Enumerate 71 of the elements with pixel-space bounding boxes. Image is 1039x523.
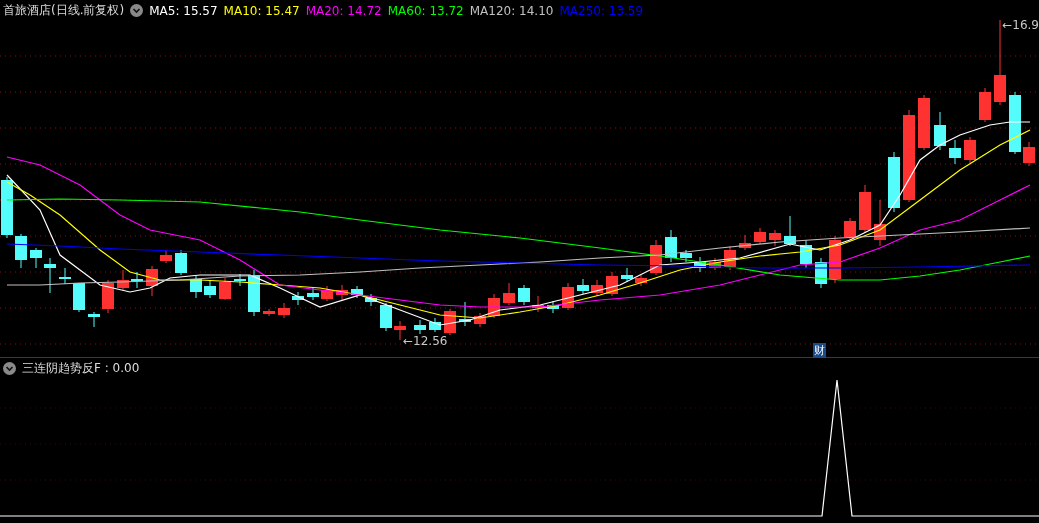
indicator-title: 三连阴趋势反F : 0.00 xyxy=(22,360,140,377)
candlestick xyxy=(680,249,692,263)
candlestick xyxy=(336,284,348,301)
candlestick xyxy=(547,300,559,314)
candlestick xyxy=(351,285,363,299)
candlestick xyxy=(15,233,27,269)
candlestick xyxy=(949,139,961,165)
moving-average-value: MA250: 13.59 xyxy=(559,3,644,18)
candlestick xyxy=(665,229,677,263)
moving-average-value: MA20: 14.72 xyxy=(305,3,382,18)
high-price-label: ←16.9 xyxy=(1002,18,1039,32)
candlestick xyxy=(769,229,781,247)
candlestick xyxy=(503,282,515,306)
candlestick xyxy=(459,301,471,327)
candlestick xyxy=(88,311,100,328)
candlestick xyxy=(591,279,603,297)
candlestick xyxy=(1009,91,1021,155)
candlestick xyxy=(754,227,766,245)
candlestick xyxy=(815,257,827,289)
candlestick xyxy=(44,257,56,294)
candlestick xyxy=(577,278,589,295)
candlestick xyxy=(694,256,706,273)
moving-average-value: MA120: 14.10 xyxy=(469,3,554,18)
candlestick xyxy=(739,234,751,251)
candlestick xyxy=(131,271,143,289)
moving-average-value: MA10: 15.47 xyxy=(223,3,300,18)
candlestick xyxy=(414,319,426,335)
candlestick xyxy=(724,245,736,271)
candlestick xyxy=(321,285,333,302)
candlestick xyxy=(844,217,856,241)
candlestick xyxy=(190,275,202,299)
candlestick xyxy=(964,136,976,164)
candlestick xyxy=(874,199,886,247)
moving-average-value: MA5: 15.57 xyxy=(149,3,218,18)
candlestick xyxy=(175,249,187,276)
candlestick xyxy=(380,302,392,332)
candlestick xyxy=(30,247,42,269)
event-marker[interactable]: 财 xyxy=(813,343,826,358)
moving-average-value: MA60: 13.72 xyxy=(387,3,464,18)
candlestick xyxy=(146,265,158,297)
candlestick xyxy=(621,267,633,283)
candlestick xyxy=(888,151,900,213)
candlestick xyxy=(474,312,486,328)
candlestick xyxy=(429,317,441,333)
candlestick xyxy=(102,279,114,314)
candlestick xyxy=(365,293,377,307)
candlestick xyxy=(160,249,172,264)
candlestick xyxy=(784,215,796,247)
candlestick xyxy=(800,239,812,269)
candlestick xyxy=(979,87,991,123)
candlestick xyxy=(934,111,946,151)
candlestick xyxy=(204,279,216,299)
stock-title: 首旅酒店(日线.前复权) xyxy=(3,2,125,19)
candlestick xyxy=(292,291,304,306)
low-price-label: ←12.56 xyxy=(403,334,448,348)
candlestick xyxy=(1,176,13,239)
candlestick xyxy=(635,274,647,287)
candlestick xyxy=(918,94,930,151)
candlestick xyxy=(117,269,129,291)
candlestick xyxy=(219,277,231,301)
candlestick xyxy=(307,287,319,301)
candlestick xyxy=(859,184,871,234)
candlestick xyxy=(263,308,275,317)
dropdown-icon[interactable] xyxy=(3,362,16,375)
candlestick xyxy=(59,267,71,285)
candlestick xyxy=(1023,141,1035,167)
candlestick xyxy=(709,257,721,271)
candlestick xyxy=(278,302,290,319)
candlestick xyxy=(73,282,85,313)
candlestick xyxy=(518,284,530,306)
dropdown-icon[interactable] xyxy=(130,4,144,17)
